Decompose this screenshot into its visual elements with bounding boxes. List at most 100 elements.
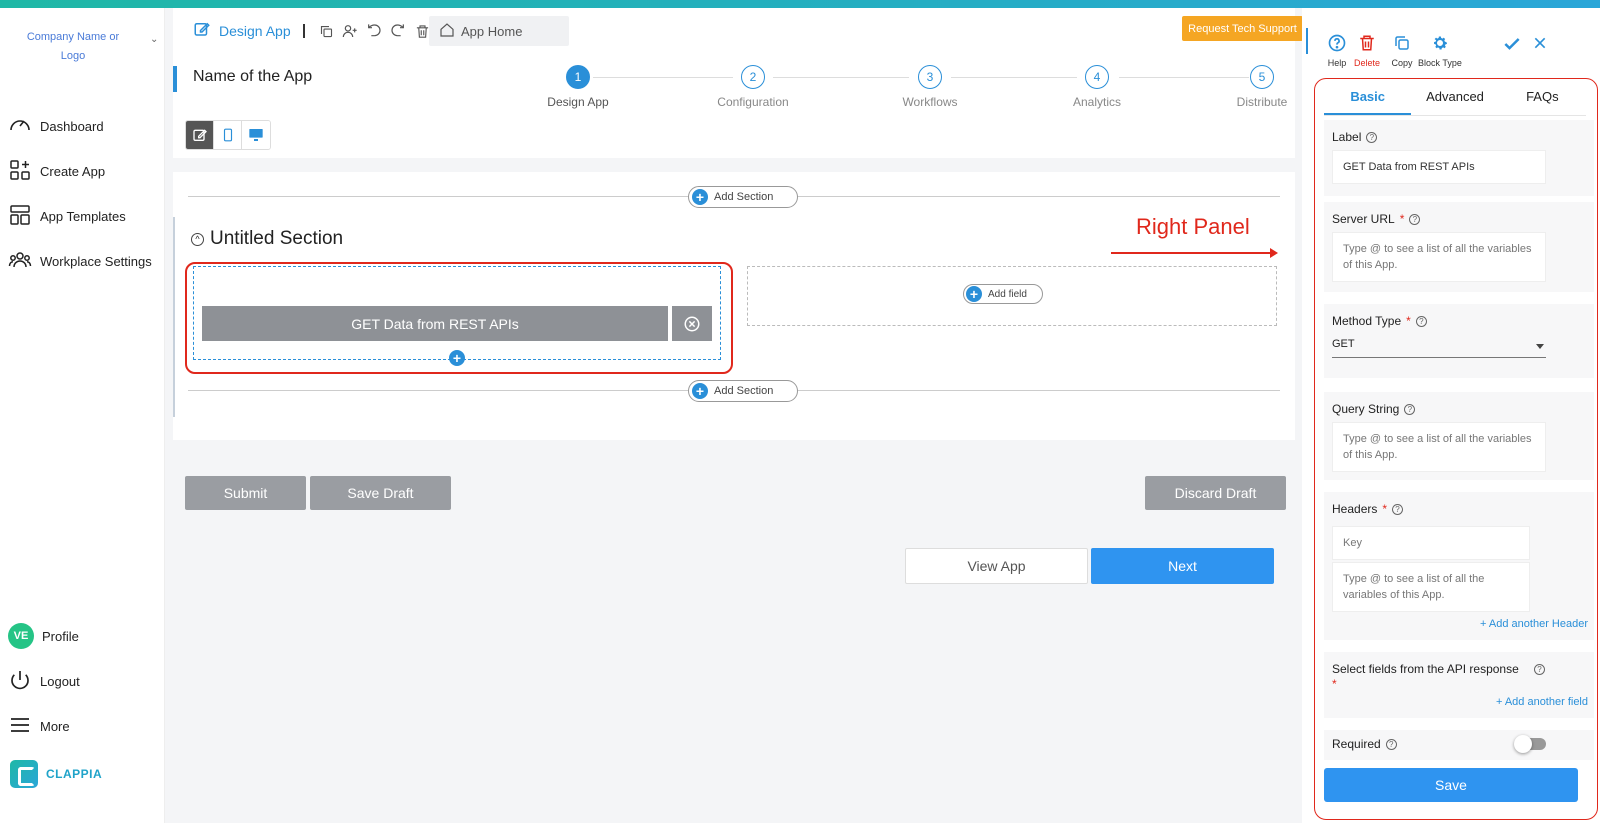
query-string-input[interactable]: Type @ to see a list of all the variable…	[1332, 422, 1546, 472]
required-title: Required ?	[1332, 737, 1397, 751]
step-label: Configuration	[717, 95, 789, 109]
step-design-app[interactable]: 1 Design App	[533, 65, 623, 109]
step-label: Distribute	[1236, 95, 1288, 109]
request-tech-support-button[interactable]: Request Tech Support	[1182, 16, 1303, 41]
query-string-block: Query String ? Type @ to see a list of a…	[1324, 392, 1594, 480]
tab-faqs[interactable]: FAQs	[1499, 80, 1586, 115]
step-configuration[interactable]: 2 Configuration	[708, 65, 798, 109]
help-icon[interactable]: ?	[1392, 503, 1404, 515]
server-url-input[interactable]: Type @ to see a list of all the variable…	[1332, 232, 1546, 282]
help-button[interactable]: Help	[1326, 32, 1348, 68]
add-field-dropzone: + Add field	[747, 266, 1277, 326]
header: Design App App Home Request Tech Support…	[173, 8, 1303, 158]
remove-block-button[interactable]	[672, 306, 712, 341]
required-toggle[interactable]	[1514, 735, 1546, 753]
sidebar-item-more[interactable]: More	[8, 714, 70, 738]
help-icon[interactable]: ?	[1385, 738, 1397, 750]
trash-icon	[1356, 32, 1378, 54]
brand-logo[interactable]: CLAPPIA	[10, 760, 102, 788]
sidebar-item-app-templates[interactable]: App Templates	[8, 204, 126, 228]
desktop-view-button[interactable]	[242, 121, 270, 149]
step-analytics[interactable]: 4 Analytics	[1052, 65, 1142, 109]
avatar: VE	[8, 623, 34, 649]
app-name-title[interactable]: Name of the App	[193, 68, 312, 86]
sidebar-item-create-app[interactable]: Create App	[8, 159, 105, 183]
select-fields-block: Select fields from the API response ? * …	[1324, 652, 1594, 718]
confirm-check-icon[interactable]	[1502, 34, 1522, 59]
copy-icon	[1391, 32, 1413, 54]
edit-view-button[interactable]	[186, 121, 214, 149]
sidebar-item-workplace-settings[interactable]: Workplace Settings	[8, 249, 152, 273]
view-app-button[interactable]: View App	[905, 548, 1088, 584]
step-distribute[interactable]: 5 Distribute	[1217, 65, 1307, 109]
collapse-icon[interactable]: ^	[191, 232, 204, 246]
chevron-down-icon[interactable]: ⌄	[150, 34, 158, 45]
help-icon[interactable]: ?	[1366, 131, 1378, 143]
save-draft-button[interactable]: Save Draft	[310, 476, 451, 510]
design-app-label: Design App	[219, 22, 291, 39]
label-title: Label ?	[1332, 130, 1378, 144]
section-header[interactable]: ^ Untitled Section	[191, 228, 343, 250]
header-key-input[interactable]: Key	[1332, 526, 1530, 560]
help-icon[interactable]: ?	[1415, 315, 1427, 327]
sidebar-item-label: Workplace Settings	[40, 253, 152, 269]
mobile-view-button[interactable]	[214, 121, 242, 149]
company-logo[interactable]: Company Name or Logo	[18, 28, 128, 66]
home-icon	[439, 22, 455, 41]
block-type-label: Block Type	[1418, 58, 1462, 68]
help-icon[interactable]: ?	[1534, 663, 1545, 675]
redo-icon[interactable]	[389, 22, 407, 40]
stepper: 1 Design App 2 Configuration 3 Workflows…	[533, 65, 1293, 115]
templates-icon	[8, 203, 32, 230]
required-marker: *	[1382, 502, 1388, 516]
required-marker: *	[1332, 677, 1337, 691]
server-url-title: Server URL * ?	[1332, 212, 1421, 226]
step-workflows[interactable]: 3 Workflows	[885, 65, 975, 109]
add-section-button[interactable]: + Add Section	[688, 380, 798, 402]
rest-api-block[interactable]: GET Data from REST APIs	[202, 306, 668, 341]
add-another-header-link[interactable]: + Add another Header	[1480, 618, 1588, 630]
label-input[interactable]: GET Data from REST APIs	[1332, 150, 1546, 184]
method-type-title: Method Type * ?	[1332, 314, 1427, 328]
toolbar-divider	[303, 24, 305, 38]
clappia-logo-icon	[10, 760, 38, 788]
block-type-button[interactable]: Block Type	[1418, 32, 1462, 68]
help-icon[interactable]: ?	[1404, 403, 1416, 415]
add-another-field-link[interactable]: + Add another field	[1496, 696, 1588, 708]
add-field-button[interactable]: + Add field	[963, 284, 1043, 304]
sidebar-item-label: Dashboard	[40, 118, 104, 134]
undo-icon[interactable]	[365, 22, 383, 40]
app-home-tab[interactable]: App Home	[429, 16, 569, 46]
query-string-title: Query String ?	[1332, 402, 1416, 416]
design-app-button[interactable]: Design App	[193, 20, 291, 41]
discard-draft-button[interactable]: Discard Draft	[1145, 476, 1286, 510]
copy-icon[interactable]	[317, 22, 335, 40]
method-type-select[interactable]: GET	[1332, 338, 1546, 358]
section-title[interactable]: Untitled Section	[210, 228, 343, 250]
edit-icon	[192, 129, 207, 141]
sidebar-item-dashboard[interactable]: Dashboard	[8, 114, 104, 138]
gear-icon	[1429, 32, 1451, 54]
submit-button[interactable]: Submit	[185, 476, 306, 510]
tab-basic[interactable]: Basic	[1324, 80, 1412, 115]
delete-button[interactable]: Delete	[1354, 32, 1380, 68]
add-block-plus-icon[interactable]: +	[449, 350, 465, 366]
sidebar-item-label: Create App	[40, 163, 106, 179]
close-icon[interactable]	[1532, 35, 1548, 56]
people-icon	[8, 248, 32, 275]
add-section-button[interactable]: + Add Section	[688, 186, 798, 208]
next-button[interactable]: Next	[1091, 548, 1274, 584]
header-value-input[interactable]: Type @ to see a list of all the variable…	[1332, 562, 1530, 612]
add-user-icon[interactable]	[341, 22, 359, 40]
form-canvas: + Add Section ^ Untitled Section Right P…	[173, 172, 1295, 440]
sidebar-item-profile[interactable]: VE Profile	[8, 623, 79, 649]
tab-advanced[interactable]: Advanced	[1411, 80, 1498, 115]
sidebar-item-label: Logout	[40, 673, 80, 689]
right-panel: Help Delete Copy Block Type Basic Advanc…	[1302, 8, 1600, 823]
copy-button[interactable]: Copy	[1391, 32, 1413, 68]
sidebar-item-logout[interactable]: Logout	[8, 669, 80, 693]
help-icon[interactable]: ?	[1409, 213, 1421, 225]
save-button[interactable]: Save	[1324, 768, 1578, 802]
panel-tabs: Basic Advanced FAQs	[1324, 80, 1586, 116]
step-number: 1	[566, 65, 590, 89]
